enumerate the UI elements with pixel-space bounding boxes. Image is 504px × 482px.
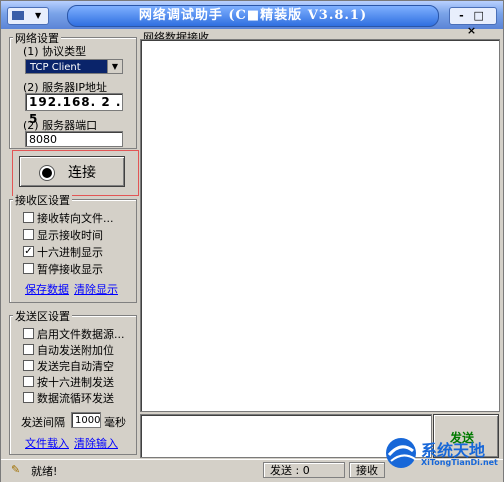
- title-bar: ▼ 网络调试助手 (C■精装版 V3.8.1) - □ ×: [1, 1, 503, 37]
- send-option-label: 自动发送附加位: [37, 344, 114, 357]
- receive-option-checkbox[interactable]: [23, 212, 34, 223]
- send-interval-unit: 毫秒: [104, 416, 126, 429]
- receive-option-checkbox[interactable]: ✓: [23, 246, 34, 257]
- receive-data-area[interactable]: [140, 39, 500, 412]
- connect-button-label: 连接: [68, 165, 96, 181]
- send-option-label: 按十六进制发送: [37, 376, 114, 389]
- window-controls[interactable]: - □ ×: [449, 7, 497, 37]
- send-interval-input[interactable]: 1000: [71, 412, 101, 428]
- clear-display-link[interactable]: 清除显示: [74, 281, 118, 297]
- protocol-select[interactable]: TCP Client ▼: [25, 59, 123, 74]
- app-window: ▼ 网络调试助手 (C■精装版 V3.8.1) - □ × 网络设置 (1) 协…: [0, 0, 504, 482]
- protocol-label: (1) 协议类型: [23, 45, 87, 58]
- chevron-down-icon: ▼: [35, 11, 42, 20]
- send-option-label: 启用文件数据源...: [37, 328, 125, 341]
- send-option-label: 数据流循环发送: [37, 392, 114, 405]
- receive-count-panel: 接收: [349, 462, 385, 478]
- save-data-link[interactable]: 保存数据: [25, 281, 69, 297]
- send-option-checkbox[interactable]: [23, 376, 34, 387]
- ready-icon: ✎: [11, 463, 21, 476]
- send-option-checkbox[interactable]: [23, 344, 34, 355]
- clear-input-link[interactable]: 清除输入: [74, 435, 118, 451]
- server-port-input[interactable]: 8080: [25, 131, 123, 147]
- watermark-logo-icon: [386, 438, 416, 468]
- server-ip-input[interactable]: 192.168. 2 . 5: [25, 93, 123, 126]
- send-interval-label: 发送间隔: [21, 416, 65, 429]
- receive-option-label: 显示接收时间: [37, 229, 103, 242]
- watermark-url: XiTongTianDi.net: [421, 458, 498, 467]
- send-count-panel: 发送 : 0: [263, 462, 345, 478]
- connect-button[interactable]: 连接: [19, 156, 125, 187]
- send-option-label: 发送完自动清空: [37, 360, 114, 373]
- receive-settings-label: 接收区设置: [13, 192, 72, 208]
- app-icon: [12, 11, 24, 20]
- receive-option-label: 暂停接收显示: [37, 263, 103, 276]
- receive-option-checkbox[interactable]: [23, 229, 34, 240]
- dropdown-arrow-icon[interactable]: ▼: [107, 60, 122, 73]
- load-file-link[interactable]: 文件载入: [25, 435, 69, 451]
- receive-option-label: 接收转向文件...: [37, 212, 114, 225]
- send-option-checkbox[interactable]: [23, 328, 34, 339]
- status-ready-text: 就绪!: [31, 465, 58, 478]
- send-option-checkbox[interactable]: [23, 360, 34, 371]
- receive-option-label: 十六进制显示: [37, 246, 103, 259]
- receive-option-checkbox[interactable]: [23, 263, 34, 274]
- send-settings-label: 发送区设置: [13, 308, 72, 324]
- connection-status-icon: [40, 166, 54, 180]
- send-option-checkbox[interactable]: [23, 392, 34, 403]
- window-title: 网络调试助手 (C■精装版 V3.8.1): [67, 5, 439, 27]
- system-menu-button[interactable]: ▼: [7, 7, 49, 25]
- protocol-value: TCP Client: [30, 62, 81, 73]
